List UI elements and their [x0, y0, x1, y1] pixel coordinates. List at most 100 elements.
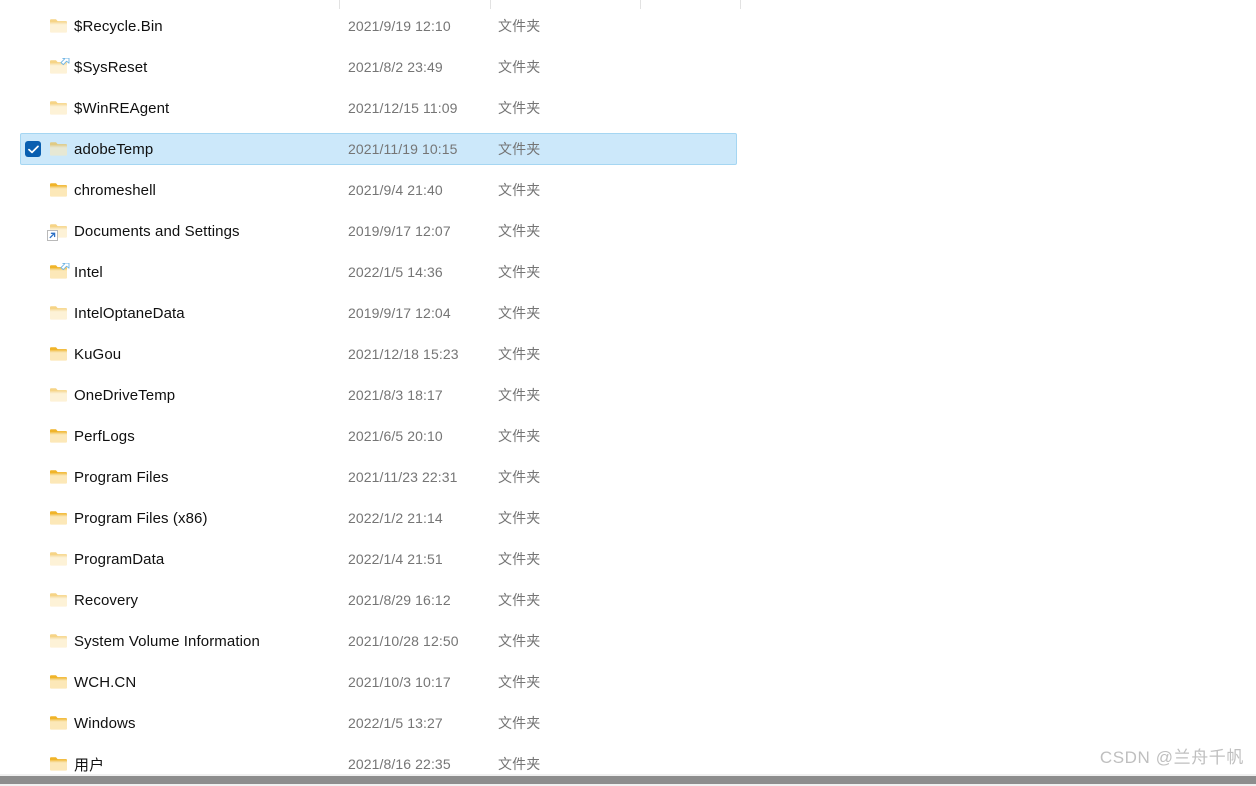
file-date-modified: 2022/1/5 13:27	[348, 715, 443, 731]
file-list[interactable]: $Recycle.Bin 2021/9/19 12:10 文件夹 $SysReset 2…	[0, 0, 1256, 774]
file-row[interactable]: Windows 2022/1/5 13:27 文件夹	[20, 707, 737, 739]
folder-icon	[46, 133, 71, 165]
file-date-modified: 2019/9/17 12:04	[348, 305, 451, 321]
file-date-modified: 2021/8/29 16:12	[348, 592, 451, 608]
row-checkbox-slot[interactable]	[21, 297, 46, 329]
file-name[interactable]: 用户	[71, 754, 104, 775]
file-row[interactable]: IntelOptaneData 2019/9/17 12:04 文件夹	[20, 297, 737, 329]
file-date-modified: 2022/1/5 14:36	[348, 264, 443, 280]
file-name[interactable]: KuGou	[71, 346, 121, 363]
file-type: 文件夹	[498, 756, 541, 772]
column-divider-3[interactable]	[740, 0, 741, 9]
file-date-modified: 2019/9/17 12:07	[348, 223, 451, 239]
row-checkbox-slot[interactable]	[21, 543, 46, 575]
file-type: 文件夹	[498, 510, 541, 526]
file-type: 文件夹	[498, 182, 541, 198]
column-divider-1[interactable]	[490, 0, 491, 9]
file-row[interactable]: $WinREAgent 2021/12/15 11:09 文件夹	[20, 92, 737, 124]
file-name[interactable]: Program Files (x86)	[71, 510, 208, 527]
file-date-modified: 2021/8/2 23:49	[348, 59, 443, 75]
file-name[interactable]: ProgramData	[71, 551, 164, 568]
folder-icon	[46, 420, 71, 452]
file-date-modified: 2021/11/23 22:31	[348, 469, 458, 485]
checkbox-checked-icon[interactable]	[25, 141, 41, 157]
row-checkbox-slot[interactable]	[21, 92, 46, 124]
row-checkbox-slot[interactable]	[21, 625, 46, 657]
row-checkbox-slot[interactable]	[21, 502, 46, 534]
row-checkbox-slot[interactable]	[21, 10, 46, 42]
file-row[interactable]: Intel 2022/1/5 14:36 文件夹	[20, 256, 737, 288]
row-checkbox-slot[interactable]	[21, 461, 46, 493]
file-name[interactable]: Intel	[71, 264, 103, 281]
file-name[interactable]: adobeTemp	[71, 141, 153, 158]
file-row[interactable]: KuGou 2021/12/18 15:23 文件夹	[20, 338, 737, 370]
file-name[interactable]: Program Files	[71, 469, 169, 486]
file-name[interactable]: Recovery	[71, 592, 138, 609]
folder-icon	[46, 51, 71, 83]
shortcut-arrow-icon	[47, 230, 58, 241]
file-type: 文件夹	[498, 346, 541, 362]
folder-icon	[46, 543, 71, 575]
row-checkbox-slot[interactable]	[21, 584, 46, 616]
file-name[interactable]: IntelOptaneData	[71, 305, 185, 322]
file-row[interactable]: System Volume Information 2021/10/28 12:5…	[20, 625, 737, 657]
folder-icon	[46, 625, 71, 657]
file-name[interactable]: OneDriveTemp	[71, 387, 175, 404]
file-row[interactable]: chromeshell 2021/9/4 21:40 文件夹	[20, 174, 737, 206]
file-row[interactable]: Recovery 2021/8/29 16:12 文件夹	[20, 584, 737, 616]
file-type: 文件夹	[498, 141, 541, 157]
file-type: 文件夹	[498, 18, 541, 34]
file-name[interactable]: $Recycle.Bin	[71, 18, 163, 35]
folder-icon	[46, 584, 71, 616]
file-type: 文件夹	[498, 387, 541, 403]
file-name[interactable]: $SysReset	[71, 59, 147, 76]
row-checkbox-slot[interactable]	[21, 174, 46, 206]
file-row[interactable]: adobeTemp 2021/11/19 10:15 文件夹	[20, 133, 737, 165]
row-checkbox-slot[interactable]	[21, 707, 46, 739]
horizontal-scrollbar[interactable]	[0, 774, 1256, 786]
folder-icon	[46, 707, 71, 739]
row-checkbox-slot[interactable]	[21, 338, 46, 370]
folder-icon	[46, 174, 71, 206]
folder-icon	[46, 92, 71, 124]
file-name[interactable]: WCH.CN	[71, 674, 136, 691]
file-date-modified: 2021/8/16 22:35	[348, 756, 451, 772]
file-type: 文件夹	[498, 633, 541, 649]
column-header-dividers	[0, 0, 1256, 9]
folder-icon	[46, 379, 71, 411]
row-checkbox-slot[interactable]	[21, 215, 46, 247]
file-row[interactable]: $SysReset 2021/8/2 23:49 文件夹	[20, 51, 737, 83]
file-date-modified: 2021/9/19 12:10	[348, 18, 451, 34]
file-row[interactable]: ProgramData 2022/1/4 21:51 文件夹	[20, 543, 737, 575]
file-row[interactable]: WCH.CN 2021/10/3 10:17 文件夹	[20, 666, 737, 698]
row-checkbox-slot[interactable]	[21, 256, 46, 288]
file-type: 文件夹	[498, 223, 541, 239]
column-divider-2[interactable]	[640, 0, 641, 9]
row-checkbox-slot[interactable]	[21, 133, 46, 165]
watermark-text: CSDN @兰舟千帆	[1099, 748, 1244, 767]
row-checkbox-slot[interactable]	[21, 51, 46, 83]
row-checkbox-slot[interactable]	[21, 379, 46, 411]
file-name[interactable]: Documents and Settings	[71, 223, 240, 240]
file-row[interactable]: PerfLogs 2021/6/5 20:10 文件夹	[20, 420, 737, 452]
file-date-modified: 2021/11/19 10:15	[348, 141, 458, 157]
column-divider-0[interactable]	[339, 0, 340, 9]
file-row[interactable]: OneDriveTemp 2021/8/3 18:17 文件夹	[20, 379, 737, 411]
file-date-modified: 2021/6/5 20:10	[348, 428, 443, 444]
file-type: 文件夹	[498, 715, 541, 731]
file-date-modified: 2021/12/18 15:23	[348, 346, 459, 362]
file-row[interactable]: Documents and Settings 2019/9/17 12:07 文件夹	[20, 215, 737, 247]
file-name[interactable]: chromeshell	[71, 182, 156, 199]
folder-icon	[46, 338, 71, 370]
file-name[interactable]: System Volume Information	[71, 633, 260, 650]
file-row[interactable]: Program Files 2021/11/23 22:31 文件夹	[20, 461, 737, 493]
horizontal-scrollbar-thumb[interactable]	[0, 776, 1256, 784]
row-checkbox-slot[interactable]	[21, 666, 46, 698]
file-row[interactable]: $Recycle.Bin 2021/9/19 12:10 文件夹	[20, 10, 737, 42]
file-type: 文件夹	[498, 674, 541, 690]
file-name[interactable]: $WinREAgent	[71, 100, 169, 117]
file-name[interactable]: PerfLogs	[71, 428, 135, 445]
row-checkbox-slot[interactable]	[21, 420, 46, 452]
file-name[interactable]: Windows	[71, 715, 136, 732]
file-row[interactable]: Program Files (x86) 2022/1/2 21:14 文件夹	[20, 502, 737, 534]
